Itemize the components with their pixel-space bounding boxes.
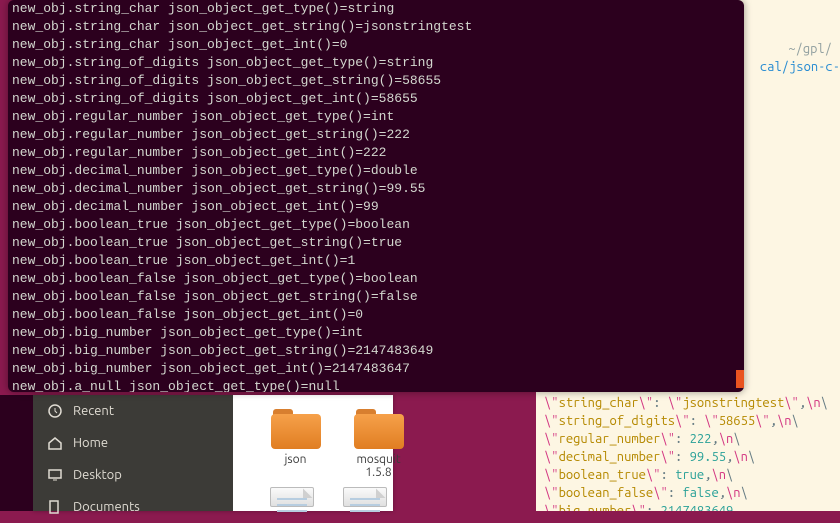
home-icon [47,435,63,451]
file-item[interactable] [263,487,320,511]
file-label: mosquit 1.5.8 [350,453,407,479]
file-label: json [285,453,307,466]
launcher[interactable] [0,395,33,511]
documents-icon [47,499,63,515]
editor-json: \"string_char\": \"jsonstringtest\",\n\\… [544,394,828,511]
file-manager[interactable]: Recent Home Desktop Documents json mosqu… [33,395,393,511]
folder-icon [354,409,404,449]
document-icon [343,487,387,507]
editor-path: ~/gpl/ [788,40,832,58]
file-grid[interactable]: json mosquit 1.5.8 [233,395,393,511]
sidebar-item-label: Recent [73,404,114,418]
sidebar-item-label: Desktop [73,468,122,482]
clock-icon [47,403,63,419]
sidebar-item-desktop[interactable]: Desktop [33,459,233,491]
places-sidebar: Recent Home Desktop Documents [33,395,233,511]
desktop-icon [47,467,63,483]
document-icon [270,487,314,507]
terminal[interactable]: new_obj.string_char json_object_get_type… [8,0,744,392]
editor-path2: cal/json-c- [760,58,840,76]
sidebar-item-label: Home [73,436,108,450]
sidebar-item-documents[interactable]: Documents [33,491,233,523]
folder-icon [271,409,321,449]
sidebar-item-home[interactable]: Home [33,427,233,459]
sidebar-item-recent[interactable]: Recent [33,395,233,427]
sidebar-item-label: Documents [73,500,140,514]
file-item[interactable] [336,487,393,511]
scrollbar-thumb[interactable] [736,370,744,388]
terminal-output: new_obj.string_char json_object_get_type… [8,0,744,392]
